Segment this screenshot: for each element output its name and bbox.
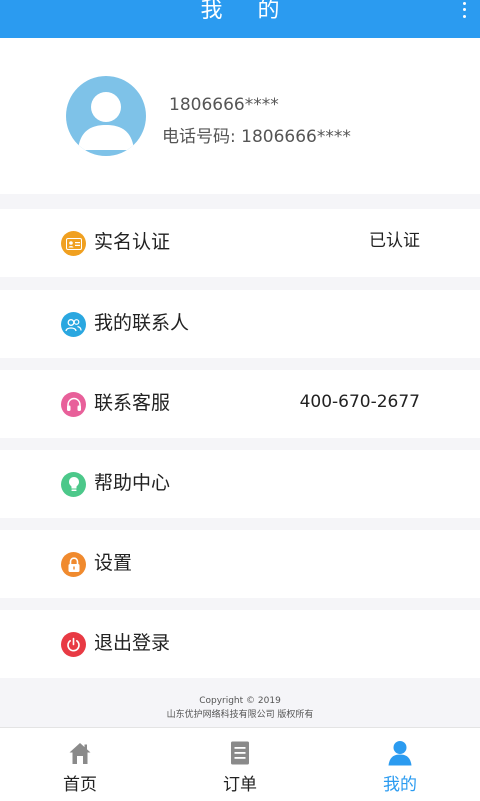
menu-item-my-contacts[interactable]: 我的联系人 <box>0 290 480 358</box>
copyright-footer: Copyright © 2019 山东优护网络科技有限公司 版权所有 <box>0 694 480 722</box>
menu-item-settings[interactable]: 设置 <box>0 530 480 598</box>
order-icon <box>231 741 249 765</box>
tab-label: 首页 <box>63 775 97 795</box>
app-header: 我 的 <box>0 0 480 38</box>
menu-label: 实名认证 <box>94 231 171 253</box>
home-icon <box>69 743 91 764</box>
tab-label: 订单 <box>223 775 257 795</box>
bottom-tab-bar: 首页 订单 我的 <box>0 727 480 801</box>
menu-item-customer-service[interactable]: 联系客服 400-670-2677 <box>0 370 480 438</box>
menu-label: 我的联系人 <box>94 312 190 334</box>
menu-label: 联系客服 <box>94 392 171 414</box>
menu-item-logout[interactable]: 退出登录 <box>0 610 480 678</box>
avatar[interactable] <box>66 76 146 156</box>
menu-item-help-center[interactable]: 帮助中心 <box>0 450 480 518</box>
menu-label: 退出登录 <box>94 632 171 654</box>
headset-icon <box>61 392 86 417</box>
tab-home[interactable]: 首页 <box>0 728 160 801</box>
power-icon <box>61 632 86 657</box>
user-icon <box>388 741 412 766</box>
auth-status: 已认证 <box>369 231 420 251</box>
copyright-line: Copyright © 2019 <box>199 696 281 706</box>
id-card-icon <box>61 231 86 256</box>
more-options-icon[interactable] <box>458 0 470 20</box>
menu-label: 帮助中心 <box>94 472 171 494</box>
menu-label: 设置 <box>94 552 133 574</box>
profile-card[interactable]: 1806666**** 电话号码: 1806666**** <box>0 38 480 194</box>
lock-icon <box>61 552 86 577</box>
page-title: 我 的 <box>200 0 294 23</box>
company-line: 山东优护网络科技有限公司 版权所有 <box>166 710 314 720</box>
profile-phone: 电话号码: 1806666**** <box>162 127 351 147</box>
contacts-icon <box>61 312 86 337</box>
tab-mine[interactable]: 我的 <box>320 728 480 801</box>
profile-name: 1806666**** <box>169 95 279 115</box>
menu-item-real-name-auth[interactable]: 实名认证 已认证 <box>0 209 480 277</box>
service-phone[interactable]: 400-670-2677 <box>300 390 420 414</box>
user-silhouette-icon <box>78 92 134 150</box>
tab-orders[interactable]: 订单 <box>160 728 320 801</box>
tab-label: 我的 <box>383 775 417 795</box>
lightbulb-icon <box>61 472 86 497</box>
